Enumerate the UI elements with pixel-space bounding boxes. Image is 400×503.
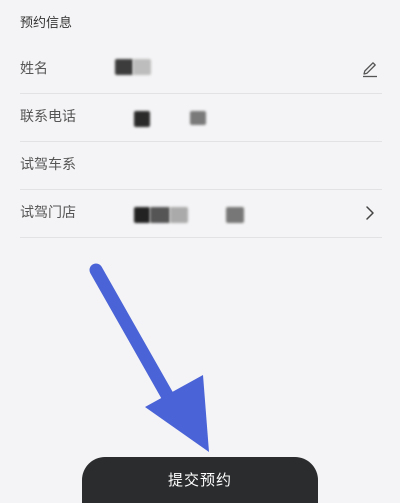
phone-value-redacted (134, 111, 150, 127)
section-title: 预约信息 (20, 16, 73, 31)
phone-label: 联系电话 (20, 109, 76, 125)
phone-row[interactable]: 联系电话 (20, 93, 382, 142)
store-row[interactable]: 试驾门店 (20, 189, 382, 238)
name-value-redacted (115, 59, 133, 75)
name-row[interactable]: 姓名 (20, 45, 382, 94)
name-label: 姓名 (20, 61, 48, 77)
store-value-redacted-3 (170, 207, 188, 223)
name-value-redacted-2 (133, 59, 151, 75)
submit-reservation-button[interactable]: 提交预约 (82, 457, 318, 503)
phone-value-redacted-2 (190, 111, 206, 125)
store-value-redacted-2 (150, 207, 170, 223)
store-value-redacted (134, 207, 150, 223)
store-value-redacted-4 (226, 207, 244, 223)
reservation-form: 预约信息 姓名 联系电话 试驾车系 试驾门店 (0, 0, 400, 503)
pencil-icon[interactable] (360, 59, 380, 79)
car-series-row[interactable]: 试驾车系 (20, 141, 382, 190)
car-series-label: 试驾车系 (20, 157, 76, 173)
chevron-right-icon[interactable] (360, 203, 380, 223)
store-label: 试驾门店 (20, 205, 76, 221)
